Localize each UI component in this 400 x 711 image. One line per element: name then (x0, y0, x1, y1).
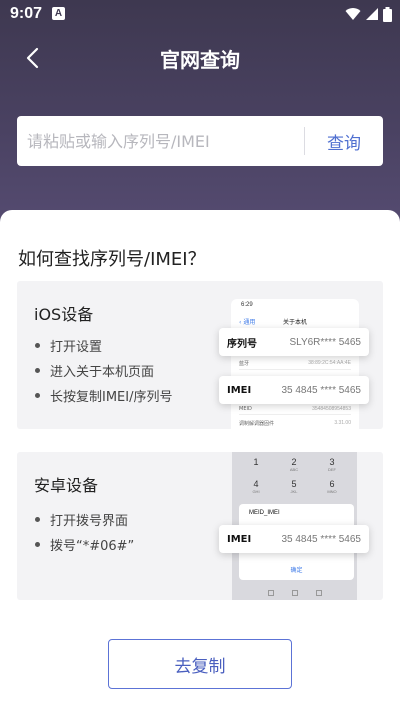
content-sheet: 如何查找序列号/IMEI？ iOS设备 打开设置 进入关于本机页面 长按复制IM… (0, 210, 400, 711)
bullet-icon (35, 343, 40, 348)
android-step-2: 拨号“*#06#” (35, 535, 134, 554)
phone-row: 蓝牙 38:89:2C:54:AA:4E (239, 360, 351, 370)
app-header: 官网查询 (0, 28, 400, 88)
wifi-icon (345, 8, 361, 20)
android-guide-card: 安卓设备 打开拨号界面 拨号“*#06#” 1 2 ABC 3 DEF 4 GHI 5… (17, 452, 383, 600)
phone-row: 调制解调器固件 3.31.00 (239, 420, 351, 429)
android-step-1: 打开拨号界面 (35, 510, 128, 529)
dial-key: 4 GHI (252, 479, 260, 494)
bullet-icon (35, 517, 40, 522)
notification-badge: A (52, 7, 65, 20)
status-time: 9:07 (10, 5, 43, 22)
serial-imei-input[interactable] (27, 116, 307, 166)
ios-step-1: 打开设置 (35, 336, 102, 355)
android-card-title: 安卓设备 (34, 476, 99, 495)
ios-settings-screenshot: 6:29 ‹ 通用 关于本机 蓝牙 38:89:2C:54:AA:4E MEID… (231, 299, 359, 429)
dial-key: 6 MNO (327, 479, 337, 494)
dial-key: 2 ABC (289, 457, 299, 472)
guide-title: 如何查找序列号/IMEI？ (18, 249, 206, 270)
battery-icon (383, 6, 392, 22)
phone-row: MEID 35484508954853 (239, 406, 351, 415)
ios-step-3: 长按复制IMEI/序列号 (35, 386, 172, 405)
signal-icon (366, 8, 378, 20)
ios-guide-card: iOS设备 打开设置 进入关于本机页面 长按复制IMEI/序列号 6:29 ‹ … (17, 281, 383, 429)
page-title: 官网查询 (160, 48, 240, 72)
search-bar: 查询 (17, 116, 383, 166)
bullet-icon (35, 368, 40, 373)
ios-card-title: iOS设备 (34, 305, 94, 324)
query-button[interactable]: 查询 (305, 116, 383, 166)
go-copy-button[interactable]: 去复制 (108, 639, 292, 689)
dial-key: 3 DEF (328, 457, 336, 472)
dial-key: 1 (253, 457, 259, 467)
dialer-nav-bar (232, 590, 357, 596)
android-imei-popup: IMEI 35 4845 **** 5465 (219, 525, 369, 553)
bullet-icon (35, 542, 40, 547)
phone-nav-title: 关于本机 (282, 319, 307, 326)
bullet-icon (35, 393, 40, 398)
dial-key: 5 JKL (290, 479, 298, 494)
serial-number-popup: 序列号 SLY6R**** 5465 (219, 328, 369, 356)
ios-step-2: 进入关于本机页面 (35, 361, 154, 380)
phone-status-time: 6:29 (241, 302, 253, 308)
status-bar: 9:07 A (0, 0, 400, 28)
status-icons (345, 4, 392, 24)
imei-popup: IMEI 35 4845 **** 5465 (219, 376, 369, 404)
